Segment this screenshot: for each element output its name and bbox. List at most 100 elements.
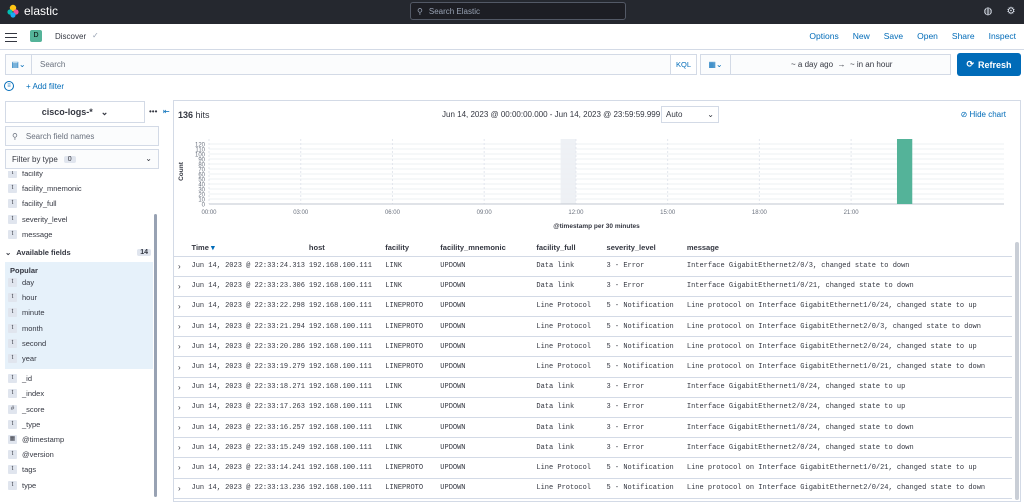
global-search-input[interactable]: ⚲ Search Elastic	[410, 2, 626, 20]
table-row[interactable]: › Jun 14, 2023 @ 22:33:23.306 192.168.100.…	[174, 276, 1012, 297]
table-row[interactable]: › Jun 14, 2023 @ 22:33:20.286 192.168.100.…	[174, 336, 1012, 358]
chevron-down-icon: ⌄	[145, 154, 152, 163]
expand-row-icon[interactable]: ›	[174, 276, 188, 297]
filter-options-icon[interactable]: ≡	[4, 81, 14, 91]
field-item[interactable]: t minute	[5, 305, 153, 320]
field-type-icon: t	[8, 214, 17, 224]
kql-language-button[interactable]: KQL	[670, 55, 696, 74]
query-input[interactable]: ▤⌄ Search KQL	[5, 54, 697, 75]
nav-new-link[interactable]: New	[853, 31, 870, 41]
help-icon[interactable]: ◍	[981, 5, 995, 19]
hide-chart-label: Hide chart	[969, 110, 1006, 119]
column-header-severity-level[interactable]: severity_level	[602, 240, 683, 257]
expand-row-icon[interactable]: ›	[174, 256, 188, 277]
histogram-chart[interactable]: 010203040506070809010011012000:00 03:00 06…	[174, 129, 1022, 239]
field-item[interactable]: t day	[5, 275, 153, 290]
nav-inspect-link[interactable]: Inspect	[989, 31, 1016, 41]
field-item[interactable]: t hour	[5, 290, 153, 305]
table-row[interactable]: › Jun 14, 2023 @ 22:33:16.257 192.168.100.…	[174, 417, 1012, 439]
nav-open-link[interactable]: Open	[917, 31, 938, 41]
field-item[interactable]: t facility_mnemonic	[5, 181, 153, 196]
field-item[interactable]: t tags	[5, 462, 153, 477]
available-count-badge: 14	[137, 248, 151, 256]
table-row[interactable]: › Jun 14, 2023 @ 22:33:14.241 192.168.100.…	[174, 457, 1012, 479]
column-header-facility-full[interactable]: facility_full	[532, 240, 603, 257]
table-cell: LINEPROTO	[381, 336, 437, 358]
field-item[interactable]: t facility_full	[5, 196, 153, 211]
field-item[interactable]: t severity_level	[5, 212, 153, 227]
table-row[interactable]: › Jun 14, 2023 @ 22:33:15.249 192.168.100.…	[174, 437, 1012, 459]
expand-row-icon[interactable]: ›	[174, 457, 188, 479]
table-cell: 5 - Notification	[602, 336, 683, 358]
table-row[interactable]: › Jun 14, 2023 @ 22:33:22.298 192.168.100.…	[174, 296, 1012, 318]
user-menu-icon[interactable]: ⚙	[1004, 5, 1018, 19]
expand-row-icon[interactable]: ›	[174, 478, 188, 499]
field-item[interactable]: t type	[5, 478, 153, 493]
interval-select[interactable]: Auto ⌄	[661, 106, 719, 123]
table-row[interactable]: › Jun 14, 2023 @ 22:33:18.271 192.168.100.…	[174, 377, 1012, 398]
date-end[interactable]: ~ in an hour	[850, 60, 892, 69]
expand-row-icon[interactable]: ›	[174, 336, 188, 358]
index-pattern-selector[interactable]: cisco-logs-* ⌄	[5, 101, 145, 123]
table-row[interactable]: › Jun 14, 2023 @ 22:33:13.236 192.168.100.…	[174, 478, 1012, 499]
nav-share-link[interactable]: Share	[952, 31, 975, 41]
table-cell: 5 - Notification	[602, 316, 683, 338]
column-header-time[interactable]: Time ▾	[187, 240, 305, 257]
hide-chart-button[interactable]: ⊘ Hide chart	[961, 110, 1006, 119]
expand-row-icon[interactable]: ›	[174, 437, 188, 459]
table-scrollbar[interactable]	[1015, 242, 1019, 500]
saved-query-icon[interactable]: ▤⌄	[6, 55, 32, 74]
expand-row-icon[interactable]: ›	[174, 377, 188, 398]
table-row[interactable]: › Jun 14, 2023 @ 22:33:24.313 192.168.100.…	[174, 256, 1012, 277]
field-item[interactable]: # _score	[5, 402, 153, 417]
table-cell: UPDOWN	[436, 276, 533, 297]
column-header-facility-mnemonic[interactable]: facility_mnemonic	[436, 240, 533, 257]
expand-row-icon[interactable]: ›	[174, 397, 188, 419]
date-picker[interactable]: ▦⌄ ~ a day ago → ~ in an hour	[700, 54, 951, 75]
column-header-host[interactable]: host	[304, 240, 382, 257]
brand-name: elastic	[24, 4, 59, 18]
field-item[interactable]: t second	[5, 336, 153, 351]
date-start[interactable]: ~ a day ago	[791, 60, 833, 69]
field-item[interactable]: t year	[5, 351, 153, 366]
field-name: year	[22, 354, 37, 363]
refresh-button[interactable]: ⟳ Refresh	[957, 53, 1021, 76]
sidebar-scrollbar[interactable]	[154, 214, 157, 497]
field-item[interactable]: t @version	[5, 447, 153, 462]
field-item[interactable]: t _type	[5, 417, 153, 432]
table-cell: Jun 14, 2023 @ 22:33:15.249	[187, 437, 305, 459]
add-filter-button[interactable]: + Add filter	[26, 82, 64, 91]
table-row[interactable]: › Jun 14, 2023 @ 22:33:21.294 192.168.100.…	[174, 316, 1012, 338]
table-row[interactable]: › Jun 14, 2023 @ 22:33:17.263 192.168.100.…	[174, 397, 1012, 419]
column-header-facility[interactable]: facility	[381, 240, 437, 257]
table-cell: Jun 14, 2023 @ 22:33:14.241	[187, 457, 305, 479]
expand-row-icon[interactable]: ›	[174, 316, 188, 338]
more-options-icon[interactable]: •••	[149, 107, 157, 116]
field-item[interactable]: t facility	[5, 171, 153, 181]
field-item[interactable]: t _index	[5, 386, 153, 401]
sort-descending-icon[interactable]: ▾	[209, 243, 215, 252]
filter-by-type-button[interactable]: Filter by type 0 ⌄	[5, 149, 159, 169]
field-item[interactable]: t month	[5, 321, 153, 336]
field-item[interactable]: t _id	[5, 371, 153, 386]
nav-save-link[interactable]: Save	[884, 31, 903, 41]
expand-row-icon[interactable]: ›	[174, 417, 188, 439]
collapse-sidebar-icon[interactable]: ⇤	[163, 107, 170, 116]
table-cell: Data link	[532, 437, 603, 459]
elastic-logo[interactable]: elastic	[6, 4, 58, 18]
field-search-input[interactable]: ⚲ Search field names	[5, 126, 159, 146]
table-cell: Line Protocol	[532, 336, 603, 358]
field-item[interactable]: t message	[5, 227, 153, 242]
field-item[interactable]: ▦ @timestamp	[5, 432, 153, 447]
menu-toggle-button[interactable]	[5, 30, 17, 42]
calendar-icon[interactable]: ▦⌄	[701, 55, 731, 74]
expand-row-icon[interactable]: ›	[174, 296, 188, 318]
available-fields-header[interactable]: ⌄ Available fields 14	[5, 245, 153, 259]
breadcrumb-title[interactable]: Discover	[55, 32, 86, 41]
column-header-message[interactable]: message	[682, 240, 1012, 257]
table-row[interactable]: › Jun 14, 2023 @ 22:33:19.279 192.168.100.…	[174, 356, 1012, 378]
table-header-row: Time ▾ host facility facility_mnemonic facil…	[174, 240, 1012, 257]
expand-row-icon[interactable]: ›	[174, 356, 188, 378]
field-name: facility_full	[22, 199, 57, 209]
nav-options-link[interactable]: Options	[809, 31, 838, 41]
